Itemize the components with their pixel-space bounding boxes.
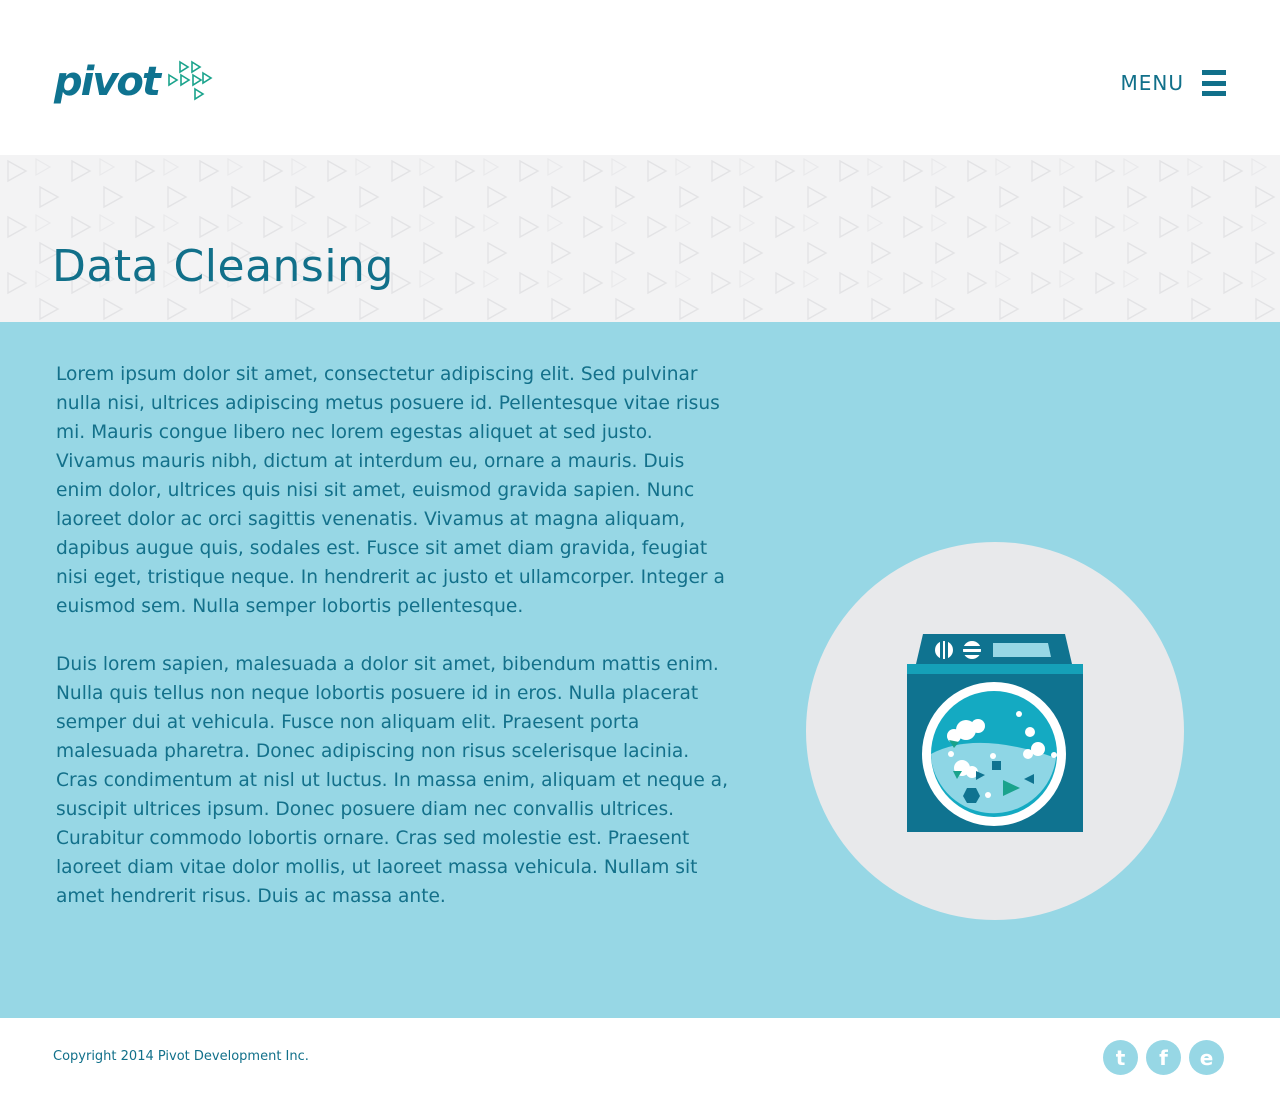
page-title: Data Cleansing: [52, 241, 394, 292]
site-header: pivot MENU: [0, 0, 1280, 155]
illustration-circle: [806, 542, 1184, 920]
menu-button[interactable]: MENU: [1120, 70, 1226, 96]
main-content: Lorem ipsum dolor sit amet, consectetur …: [0, 322, 1280, 1018]
paragraph: Lorem ipsum dolor sit amet, consectetur …: [56, 364, 725, 617]
email-icon[interactable]: e: [1189, 1040, 1224, 1075]
site-footer: Copyright 2014 Pivot Development Inc. t …: [0, 1018, 1280, 1112]
social-links: t f e: [1103, 1040, 1224, 1075]
facebook-icon[interactable]: f: [1146, 1040, 1181, 1075]
copyright-text: Copyright 2014 Pivot Development Inc.: [53, 1049, 309, 1064]
logo-triangles-icon: [168, 60, 213, 101]
paragraph: Duis lorem sapien, malesuada a dolor sit…: [56, 654, 728, 907]
washing-machine-icon: [907, 634, 1083, 832]
menu-label: MENU: [1120, 71, 1184, 95]
hamburger-icon: [1202, 70, 1226, 96]
pivot-logo[interactable]: pivot: [54, 58, 213, 106]
triangle-pattern: [0, 155, 1280, 322]
page-hero: Data Cleansing: [0, 155, 1280, 322]
logo-wordmark: pivot: [54, 59, 161, 105]
article-body: Lorem ipsum dolor sit amet, consectetur …: [56, 360, 728, 940]
twitter-icon[interactable]: t: [1103, 1040, 1138, 1075]
